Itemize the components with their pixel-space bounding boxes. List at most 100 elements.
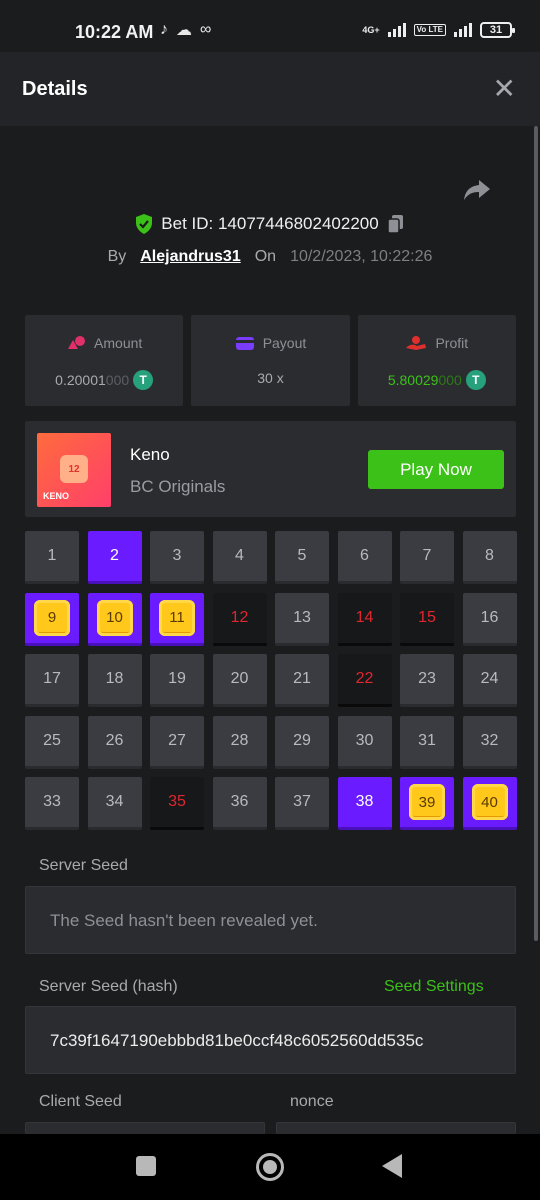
keno-cell-9: 9 [25,592,79,646]
keno-cell-32: 32 [462,715,517,769]
stat-amount: Amount 0.20001000 T [25,315,184,406]
keno-cell-21: 21 [275,654,329,707]
copy-icon[interactable] [386,214,405,234]
status-bar: 10:22 AM ♪ ☁ ∞ 4G+ Vo LTE 31 [0,0,540,52]
bet-stats: Amount 0.20001000 T Payout 30 x Profit 5… [25,315,516,406]
keno-cell-6: 6 [337,531,392,584]
tiktok-icon: ♪ [160,21,168,38]
keno-cell-37: 37 [275,777,329,830]
cloud-icon: ☁ [176,22,192,39]
client-seed-field[interactable] [25,1122,265,1134]
keno-cell-27: 27 [150,715,204,769]
server-seed-value: The Seed hasn't been revealed yet. [50,911,318,930]
stat-amount-label: Amount [94,335,143,351]
keno-cell-15: 15 [400,592,454,646]
stat-profit-value: 5.80029 [387,372,439,388]
game-provider: BC Originals [130,477,226,496]
keno-cell-8: 8 [462,531,517,584]
wallet-icon [235,337,254,350]
keno-cell-31: 31 [400,715,454,769]
server-seed-label: Server Seed [39,857,128,874]
keno-cell-2: 2 [87,531,142,584]
stat-payout-value: 30 x [257,370,284,386]
keno-cell-28: 28 [212,715,267,769]
thumb-cube: 12 [60,455,88,483]
client-seed-label: Client Seed [39,1093,122,1110]
signal-icon-2 [454,23,472,37]
signal-icon [387,23,406,37]
keno-thumbnail[interactable]: 12 KENO [37,433,111,507]
gem-icon: 10 [96,599,133,636]
system-nav-bar [0,1134,540,1200]
tether-icon: T [133,370,154,390]
game-name: Keno [130,445,170,464]
close-icon[interactable]: ✕ [493,74,516,104]
keno-cell-35: 35 [150,777,204,830]
keno-cell-38: 38 [337,777,392,830]
bet-id-row: Bet ID: 14077446802402200 [0,214,540,234]
keno-cell-10: 10 [87,592,142,646]
keno-cell-11: 11 [150,592,204,646]
game-card: 12 KENO Keno BC Originals Play Now [25,421,516,517]
keno-cell-16: 16 [462,592,517,646]
details-header: Details ✕ [0,52,540,126]
home-icon[interactable] [256,1153,284,1181]
server-seed-hash-field[interactable]: 7c39f1647190ebbbd81be0ccf48c6052560dd535… [25,1006,516,1074]
keno-cell-30: 30 [337,715,392,769]
keno-cell-33: 33 [25,777,79,830]
nonce-field[interactable] [276,1122,516,1134]
server-seed-field: The Seed hasn't been revealed yet. [25,886,516,954]
keno-cell-3: 3 [150,531,204,584]
keno-cell-25: 25 [25,715,79,769]
stat-payout: Payout 30 x [191,315,350,406]
keno-cell-17: 17 [25,654,79,707]
play-now-button[interactable]: Play Now [368,450,504,489]
keno-board: 1 2 3 4 5 6 7 8 9 10 11 12 13 14 15 16 17 18 19 20 21 22 23 24 2… [25,531,517,830]
keno-cell-39: 39 [400,777,454,830]
stat-payout-label: Payout [262,335,307,351]
gem-icon: 11 [159,599,195,636]
share-icon[interactable] [463,178,491,202]
stat-profit: Profit 5.80029000 T [357,315,516,406]
recents-icon[interactable] [136,1156,156,1176]
server-seed-hash-label: Server Seed (hash) [39,978,178,995]
shield-check-icon [136,214,153,234]
stat-profit-value-dim: 000 [438,372,462,388]
seed-settings-link[interactable]: Seed Settings [384,978,484,996]
stat-amount-value-dim: 000 [105,372,130,388]
keno-cell-12: 12 [212,592,267,646]
bet-id: Bet ID: 14077446802402200 [161,214,379,233]
gem-icon: 40 [471,784,508,820]
thumb-label: KENO [43,491,70,501]
battery-icon: 31 [480,22,515,38]
stat-amount-value: 0.20001 [55,372,106,388]
coins-icon [68,336,86,349]
on-label: On [254,248,277,265]
keno-cell-36: 36 [212,777,267,830]
gem-icon: 39 [409,784,445,820]
bet-byline: By Alejandrus31 On 10/2/2023, 10:22:26 [0,248,540,266]
keno-cell-40: 40 [462,777,517,830]
keno-cell-7: 7 [400,531,454,584]
keno-cell-14: 14 [337,592,392,646]
hand-coin-icon [406,336,427,350]
bet-date: 10/2/2023, 10:22:26 [290,248,433,265]
keno-cell-23: 23 [400,654,454,707]
by-label: By [107,248,127,265]
keno-cell-24: 24 [462,654,517,707]
tether-icon: T [465,370,486,390]
keno-cell-22: 22 [337,654,392,707]
volte-badge: Vo LTE [413,24,446,36]
keno-cell-5: 5 [275,531,329,584]
gem-icon: 9 [34,599,70,636]
keno-cell-26: 26 [87,715,142,769]
keno-cell-34: 34 [87,777,142,830]
network-type: 4G+ [362,24,380,35]
username-link[interactable]: Alejandrus31 [140,248,240,266]
keno-cell-13: 13 [275,592,329,646]
status-time: 10:22 AM [75,22,154,42]
keno-cell-20: 20 [212,654,267,707]
keno-cell-29: 29 [275,715,329,769]
keno-cell-1: 1 [25,531,79,584]
back-icon[interactable] [382,1154,402,1178]
